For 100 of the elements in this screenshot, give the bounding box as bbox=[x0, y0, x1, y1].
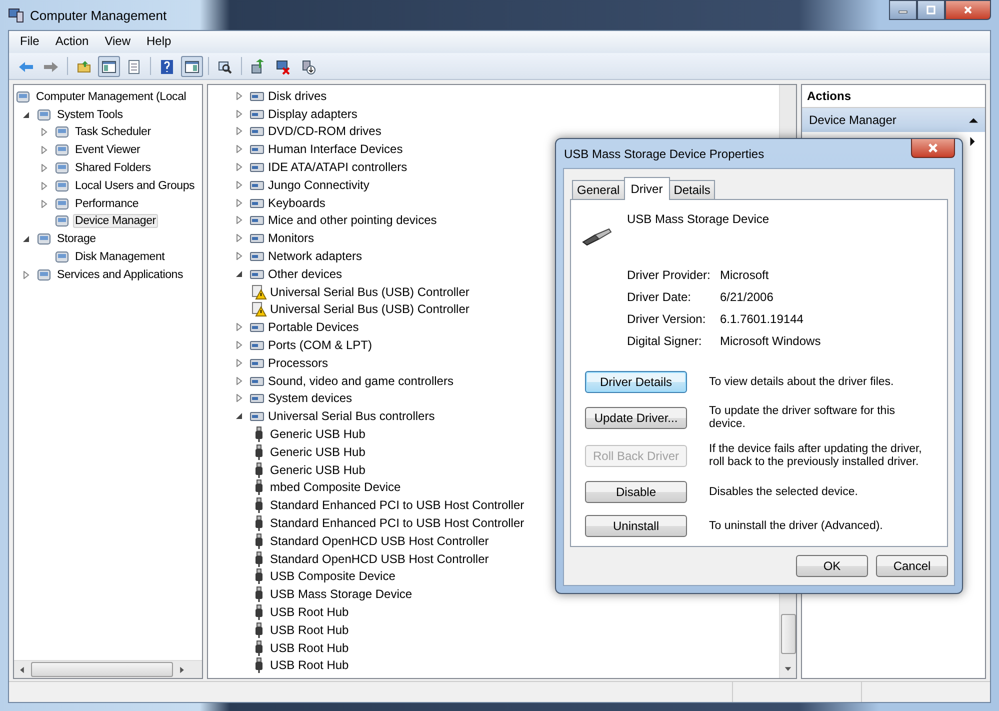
tree-item[interactable]: Services and Applications bbox=[55, 268, 186, 282]
collapsed-arrow-icon[interactable] bbox=[235, 110, 243, 118]
tree-item[interactable]: Local Users and Groups bbox=[73, 178, 197, 193]
device-item[interactable]: Standard OpenHCD USB Host Controller bbox=[270, 534, 489, 548]
device-category[interactable]: Universal Serial Bus controllers bbox=[268, 409, 435, 424]
device-category[interactable]: Human Interface Devices bbox=[268, 142, 403, 156]
device-category[interactable]: Keyboards bbox=[268, 196, 326, 210]
device-category[interactable]: Other devices bbox=[268, 266, 342, 281]
collapsed-arrow-icon[interactable] bbox=[235, 127, 243, 136]
device-category[interactable]: Ports (COM & LPT) bbox=[268, 338, 372, 352]
tree-item[interactable]: Shared Folders bbox=[73, 161, 153, 176]
device-item[interactable]: Standard Enhanced PCI to USB Host Controller bbox=[270, 498, 524, 512]
collapsed-arrow-icon[interactable] bbox=[235, 163, 243, 172]
device-category[interactable]: Mice and other pointing devices bbox=[268, 213, 437, 228]
expanded-arrow-icon[interactable] bbox=[22, 235, 30, 244]
collapsed-arrow-icon[interactable] bbox=[235, 376, 243, 385]
collapsed-arrow-icon[interactable] bbox=[235, 394, 243, 402]
device-item[interactable]: Universal Serial Bus (USB) Controller bbox=[270, 302, 470, 316]
tree-item[interactable]: Performance bbox=[73, 196, 141, 211]
tab[interactable]: Driver bbox=[624, 177, 670, 200]
expanded-arrow-icon[interactable] bbox=[22, 110, 30, 119]
device-category[interactable]: System devices bbox=[268, 391, 352, 406]
dialog-button[interactable]: Cancel bbox=[876, 555, 948, 577]
action-button[interactable]: Update Driver... bbox=[585, 407, 687, 429]
collapsed-arrow-icon[interactable] bbox=[235, 341, 243, 350]
collapsed-arrow-icon[interactable] bbox=[40, 182, 48, 190]
device-item[interactable]: Generic USB Hub bbox=[270, 444, 366, 459]
action-button[interactable]: Disable bbox=[585, 481, 687, 503]
scrollbar-thumb[interactable] bbox=[780, 614, 796, 654]
device-category[interactable]: Sound, video and game controllers bbox=[268, 374, 454, 388]
collapsed-arrow-icon[interactable] bbox=[40, 128, 48, 136]
device-category[interactable]: Processors bbox=[268, 356, 328, 370]
tab[interactable]: Details bbox=[668, 180, 716, 199]
device-item[interactable]: USB Mass Storage Device bbox=[270, 587, 412, 602]
tree-item[interactable]: Storage bbox=[55, 232, 98, 246]
tree-item[interactable]: System Tools bbox=[55, 108, 125, 122]
device-item[interactable]: Standard OpenHCD USB Host Controller bbox=[270, 552, 489, 566]
toolbar-button[interactable] bbox=[98, 56, 120, 76]
tree-item[interactable]: Task Scheduler bbox=[73, 125, 153, 140]
device-item[interactable]: Standard Enhanced PCI to USB Host Controller bbox=[270, 516, 524, 530]
toolbar-icon bbox=[300, 58, 316, 74]
device-category[interactable]: Disk drives bbox=[268, 88, 327, 103]
collapsed-arrow-icon[interactable] bbox=[235, 252, 243, 260]
device-category[interactable]: IDE ATA/ATAPI controllers bbox=[268, 160, 408, 174]
maximize-button[interactable] bbox=[917, 0, 945, 20]
tree-item[interactable]: Event Viewer bbox=[73, 143, 142, 158]
collapsed-arrow-icon[interactable] bbox=[235, 358, 243, 367]
device-item[interactable]: USB Root Hub bbox=[270, 640, 349, 655]
submenu-arrow-icon[interactable] bbox=[968, 137, 977, 146]
actions-section[interactable]: Device Manager bbox=[802, 108, 985, 132]
horizontal-scrollbar[interactable] bbox=[14, 660, 202, 678]
menu-item[interactable]: Action bbox=[48, 33, 96, 51]
device-item[interactable]: Generic USB Hub bbox=[270, 462, 366, 477]
menu-item[interactable]: View bbox=[98, 33, 138, 51]
collapsed-arrow-icon[interactable] bbox=[235, 323, 243, 332]
tree-item[interactable]: Device Manager bbox=[73, 214, 158, 228]
tab[interactable]: General bbox=[572, 180, 625, 199]
toolbar-button[interactable] bbox=[181, 56, 203, 76]
tree-item[interactable]: Computer Management (Local bbox=[34, 90, 188, 104]
close-icon bbox=[927, 142, 939, 154]
expanded-arrow-icon[interactable] bbox=[235, 412, 243, 420]
collapsed-arrow-icon[interactable] bbox=[235, 198, 243, 207]
action-button[interactable]: Driver Details bbox=[585, 371, 687, 393]
collapsed-arrow-icon[interactable] bbox=[40, 146, 48, 154]
collapse-arrow-icon[interactable] bbox=[969, 116, 978, 124]
device-item[interactable]: USB Composite Device bbox=[270, 569, 396, 584]
device-item[interactable]: USB Root Hub bbox=[270, 658, 349, 672]
collapsed-arrow-icon[interactable] bbox=[40, 200, 48, 208]
maximize-icon bbox=[926, 5, 936, 15]
collapsed-arrow-icon[interactable] bbox=[235, 216, 243, 224]
collapsed-arrow-icon[interactable] bbox=[235, 180, 243, 189]
device-item[interactable]: Generic USB Hub bbox=[270, 427, 366, 442]
action-button[interactable]: Uninstall bbox=[585, 515, 687, 537]
expanded-arrow-icon[interactable] bbox=[235, 270, 243, 278]
menu-item[interactable]: File bbox=[13, 33, 46, 51]
computer-icon bbox=[8, 7, 24, 23]
dialog-button[interactable]: OK bbox=[796, 555, 868, 577]
device-category[interactable]: Jungo Connectivity bbox=[268, 178, 370, 192]
device-category[interactable]: Network adapters bbox=[268, 249, 362, 264]
collapsed-arrow-icon[interactable] bbox=[235, 92, 243, 100]
device-item[interactable]: USB Root Hub bbox=[270, 622, 349, 637]
device-item[interactable]: USB Root Hub bbox=[270, 605, 349, 619]
collapsed-arrow-icon[interactable] bbox=[40, 164, 48, 172]
menu-item[interactable]: Help bbox=[140, 33, 178, 51]
scrollbar-thumb[interactable] bbox=[31, 662, 173, 677]
device-item[interactable]: mbed Composite Device bbox=[270, 480, 401, 494]
close-button[interactable] bbox=[945, 0, 991, 20]
property-label: Digital Signer: bbox=[627, 334, 703, 348]
device-category[interactable]: Portable Devices bbox=[268, 320, 359, 334]
minimize-button[interactable] bbox=[889, 0, 917, 20]
device-category[interactable]: Monitors bbox=[268, 231, 314, 246]
device-item[interactable]: Universal Serial Bus (USB) Controller bbox=[270, 284, 470, 299]
close-button[interactable] bbox=[911, 139, 955, 158]
collapsed-arrow-icon[interactable] bbox=[235, 234, 243, 242]
collapsed-arrow-icon[interactable] bbox=[235, 145, 243, 154]
collapsed-arrow-icon[interactable] bbox=[22, 270, 30, 279]
tree-item[interactable]: Disk Management bbox=[73, 250, 167, 264]
device-category[interactable]: DVD/CD-ROM drives bbox=[268, 124, 382, 138]
device-category[interactable]: Display adapters bbox=[268, 106, 358, 121]
dialog-title: USB Mass Storage Device Properties bbox=[563, 146, 764, 160]
